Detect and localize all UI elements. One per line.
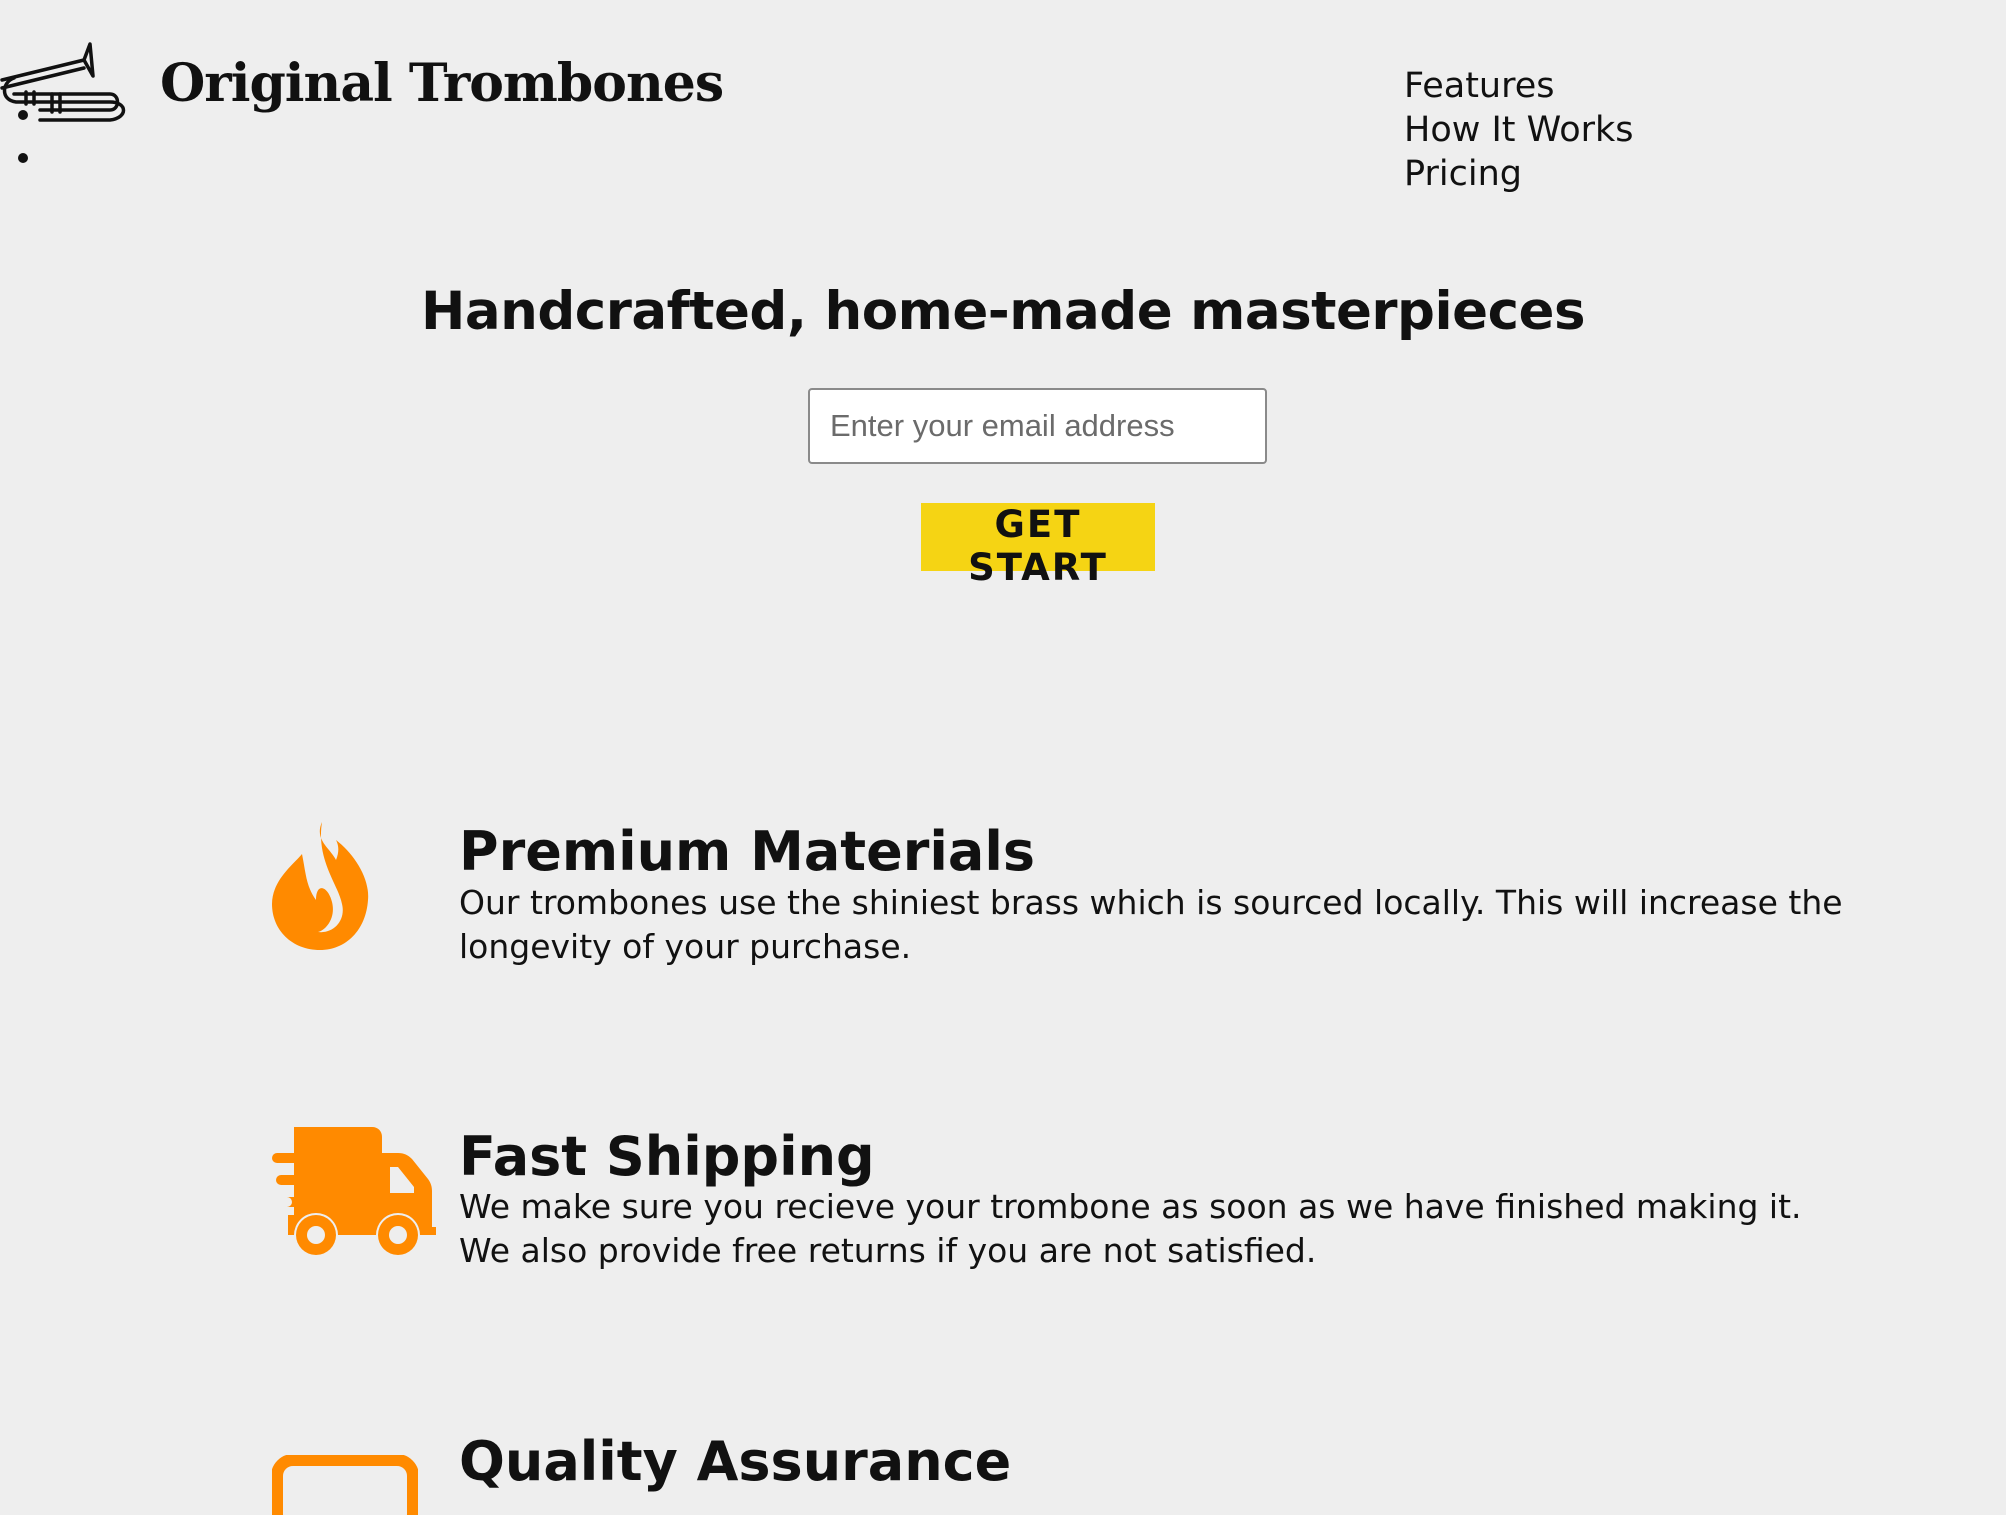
list-bullet — [18, 110, 28, 120]
feature-title: Quality Assurance — [459, 1430, 1012, 1493]
bullet-list — [18, 110, 28, 196]
nav-link-features[interactable]: Features — [1404, 64, 1634, 108]
nav-item-features: Features — [1404, 64, 1634, 108]
feature-title: Premium Materials — [459, 820, 1035, 883]
list-bullet — [18, 153, 28, 163]
site-header: Original Trombones Features How It Works… — [0, 0, 2006, 220]
email-input[interactable] — [808, 388, 1267, 464]
nav-link-pricing[interactable]: Pricing — [1404, 152, 1634, 196]
brand-name[interactable]: Original Trombones — [160, 48, 724, 120]
nav-item-pricing: Pricing — [1404, 152, 1634, 196]
hero-title: Handcrafted, home-made masterpieces — [420, 281, 1586, 342]
fire-icon — [272, 822, 369, 950]
nav-menu: Features How It Works Pricing — [1404, 64, 1634, 196]
nav-link-how-it-works[interactable]: How It Works — [1404, 108, 1634, 152]
feature-description: We make sure you recieve your trombone a… — [459, 1187, 1802, 1270]
feature-description: Our trombones use the shiniest brass whi… — [459, 883, 1843, 966]
battery-icon — [272, 1455, 418, 1515]
nav-item-how-it-works: How It Works — [1404, 108, 1634, 152]
feature-title: Fast Shipping — [459, 1125, 875, 1188]
truck-icon — [272, 1127, 436, 1255]
get-started-button[interactable]: GET START — [921, 503, 1155, 589]
